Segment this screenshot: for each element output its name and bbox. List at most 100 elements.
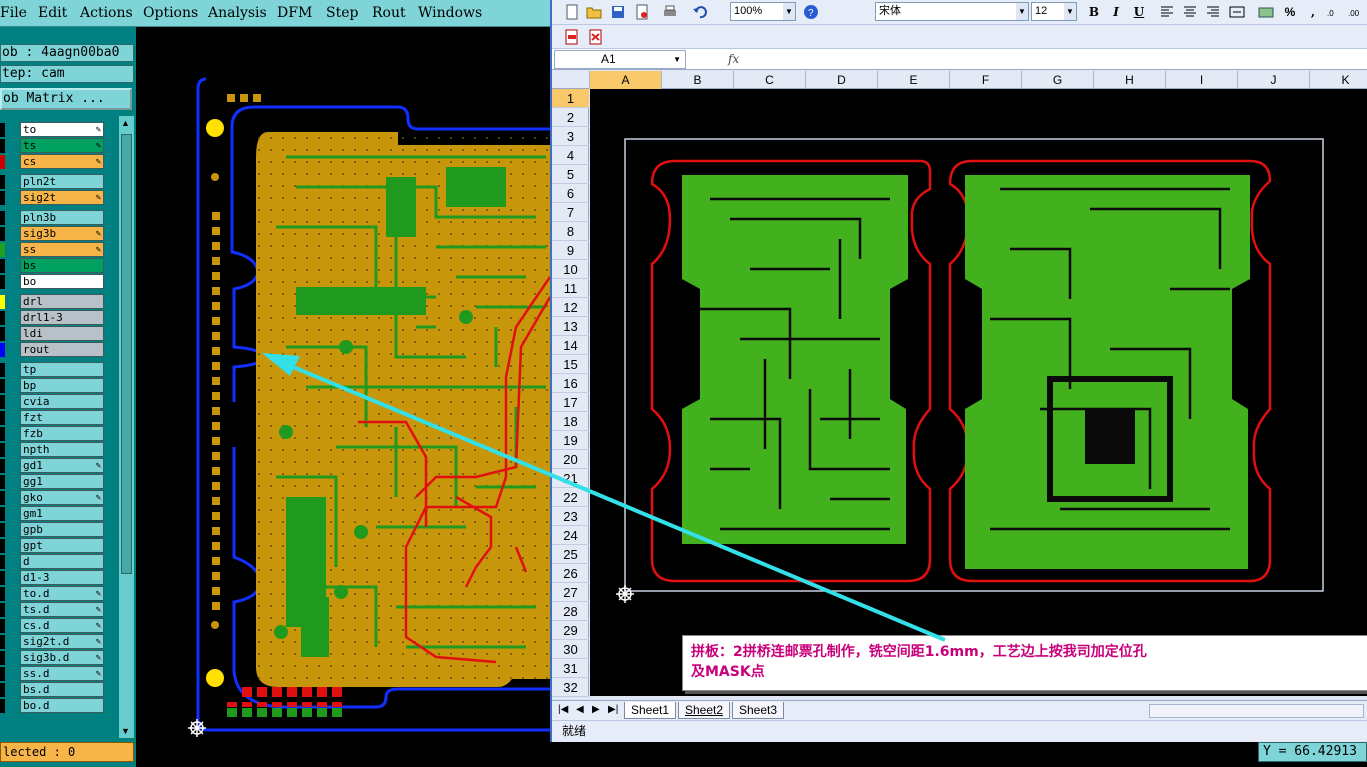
comma-button[interactable]: , [1304,4,1322,21]
column-header-I[interactable]: I [1166,71,1238,89]
layer-row-bp[interactable]: bp [0,378,120,394]
layer-name[interactable]: drl1-3 [20,310,104,325]
layer-color-swatch[interactable] [0,327,5,341]
align-right-icon[interactable] [1205,4,1221,20]
pdf-icon[interactable] [564,29,580,45]
layer-row-bs[interactable]: bs [0,258,120,274]
row-header-29[interactable]: 29 [552,621,589,640]
layer-color-swatch[interactable] [0,507,5,521]
layer-color-swatch[interactable] [0,523,5,537]
column-header-C[interactable]: C [734,71,806,89]
row-header-16[interactable]: 16 [552,374,589,393]
column-header-F[interactable]: F [950,71,1022,89]
layer-color-swatch[interactable] [0,555,5,569]
layer-name[interactable]: tp [20,362,104,377]
row-header-31[interactable]: 31 [552,659,589,678]
layer-name[interactable]: d1-3 [20,570,104,585]
layer-row-d1-3[interactable]: d1-3 [0,570,120,586]
chevron-down-icon[interactable]: ▼ [673,51,681,68]
layer-name[interactable]: fzt [20,410,104,425]
layer-row-sig2t.d[interactable]: sig2t.d ✎ [0,634,120,650]
tab-sheet1[interactable]: Sheet1 [624,702,677,719]
cam-graphic-view[interactable] [136,27,550,767]
worksheet-grid[interactable]: 拼板：2拼桥连邮票孔制作，铣空间距1.6mm，工艺边上按我司加定位孔 及MASK… [590,89,1367,696]
menu-edit[interactable]: Edit [38,5,67,21]
row-header-12[interactable]: 12 [552,298,589,317]
row-header-23[interactable]: 23 [552,507,589,526]
layer-row-sig2t[interactable]: sig2t ✎ [0,190,120,206]
row-header-10[interactable]: 10 [552,260,589,279]
layer-color-swatch[interactable] [0,123,5,137]
pdf-convert-icon[interactable] [588,29,604,45]
layer-color-swatch[interactable] [0,395,5,409]
horizontal-scrollbar[interactable] [1149,704,1364,718]
row-header-26[interactable]: 26 [552,564,589,583]
font-name-select[interactable]: 宋体 ▼ [875,2,1029,21]
menu-options[interactable]: Options [143,5,198,21]
layer-row-cs[interactable]: cs ✎ [0,154,120,170]
column-header-E[interactable]: E [878,71,950,89]
layer-row-to.d[interactable]: to.d ✎ [0,586,120,602]
layer-row-pln3b[interactable]: pln3b [0,210,120,226]
row-header-3[interactable]: 3 [552,127,589,146]
layer-color-swatch[interactable] [0,311,5,325]
open-folder-icon[interactable] [586,4,602,20]
layer-name[interactable]: ts ✎ [20,138,104,153]
layer-color-swatch[interactable] [0,443,5,457]
layer-color-swatch[interactable] [0,683,5,697]
row-header-15[interactable]: 15 [552,355,589,374]
chevron-down-icon[interactable]: ▼ [783,3,795,20]
decrease-decimal-icon[interactable]: .00 [1348,4,1364,20]
help-icon[interactable]: ? [803,4,819,20]
percent-button[interactable]: % [1281,4,1299,21]
layer-name[interactable]: sig3b ✎ [20,226,104,241]
save-icon[interactable] [610,4,626,20]
layer-name[interactable]: pln3b [20,210,104,225]
layer-row-ss[interactable]: ss ✎ [0,242,120,258]
column-header-G[interactable]: G [1022,71,1094,89]
layer-name[interactable]: fzb [20,426,104,441]
layer-color-swatch[interactable] [0,363,5,377]
layer-row-ts[interactable]: ts ✎ [0,138,120,154]
font-size-select[interactable]: 12 ▼ [1031,2,1077,21]
new-document-icon[interactable] [564,4,580,20]
menu-rout[interactable]: Rout [372,5,406,21]
tab-sheet2[interactable]: Sheet2 [678,702,731,719]
row-header-25[interactable]: 25 [552,545,589,564]
layer-name[interactable]: sig2t.d ✎ [20,634,104,649]
layer-row-d[interactable]: d [0,554,120,570]
scroll-up-icon[interactable]: ▲ [121,118,130,128]
layer-color-swatch[interactable] [0,175,5,189]
menu-actions[interactable]: Actions [80,5,133,21]
row-header-9[interactable]: 9 [552,241,589,260]
menu-file[interactable]: File [0,5,27,21]
layer-color-swatch[interactable] [0,475,5,489]
row-header-28[interactable]: 28 [552,602,589,621]
layer-row-pln2t[interactable]: pln2t [0,174,120,190]
layer-row-fzt[interactable]: fzt [0,410,120,426]
underline-button[interactable]: U [1130,4,1148,21]
tab-sheet3[interactable]: Sheet3 [732,702,785,719]
layer-color-swatch[interactable] [0,539,5,553]
row-header-4[interactable]: 4 [552,146,589,165]
bold-button[interactable]: B [1085,4,1103,21]
layer-row-drl[interactable]: drl [0,294,120,310]
layer-color-swatch[interactable] [0,619,5,633]
menu-dfm[interactable]: DFM [277,5,312,21]
permission-icon[interactable] [634,4,650,20]
layer-name[interactable]: sig3b.d ✎ [20,650,104,665]
layer-name[interactable]: bo.d [20,698,104,713]
zoom-select[interactable]: 100% ▼ [730,2,796,21]
menu-analysis[interactable]: Analysis [208,5,267,21]
layer-name[interactable]: sig2t ✎ [20,190,104,205]
job-matrix-button[interactable]: ob Matrix ... [0,88,132,110]
italic-button[interactable]: I [1107,4,1125,21]
layer-color-swatch[interactable] [0,343,5,357]
row-header-1[interactable]: 1 [552,89,589,108]
layer-row-fzb[interactable]: fzb [0,426,120,442]
layer-name[interactable]: npth [20,442,104,457]
layer-name[interactable]: cs ✎ [20,154,104,169]
prev-sheet-icon[interactable]: ◀ [576,704,584,715]
row-header-21[interactable]: 21 [552,469,589,488]
layer-name[interactable]: cs.d ✎ [20,618,104,633]
